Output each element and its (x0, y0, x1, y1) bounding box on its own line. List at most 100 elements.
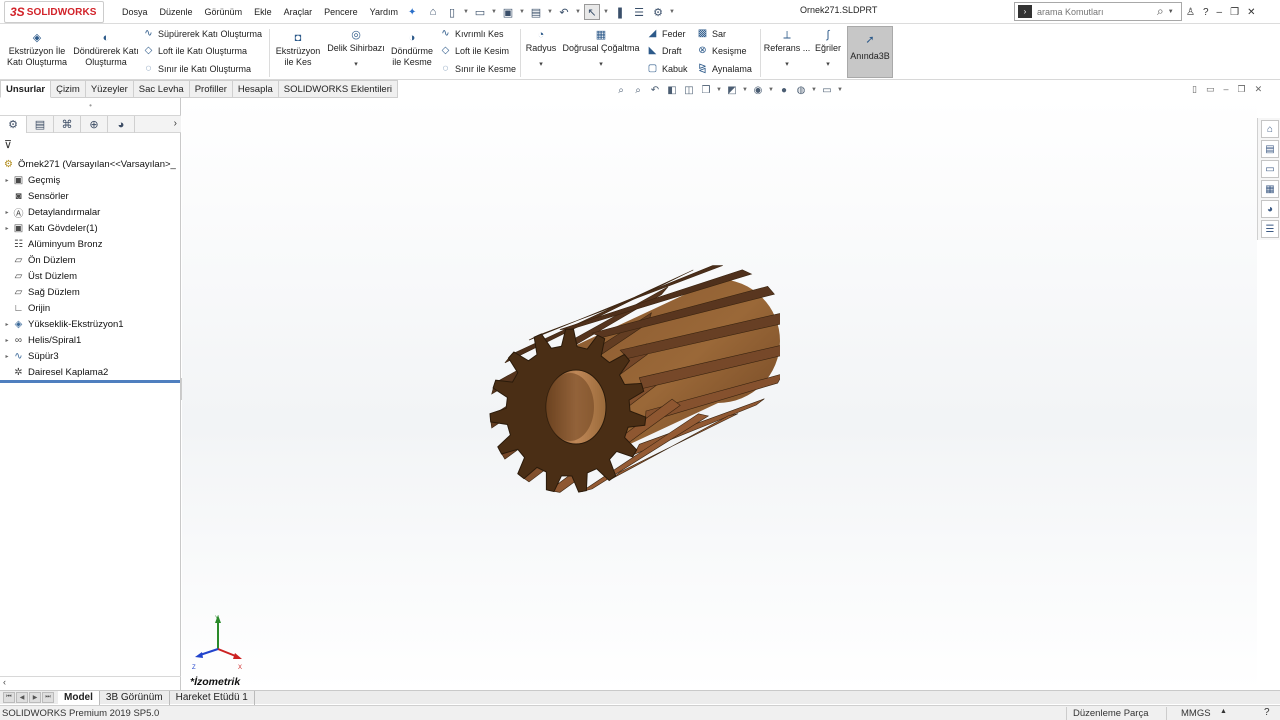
instant3d-button[interactable]: ➚ Anında3B (847, 26, 893, 78)
display-manager-tab-icon[interactable]: ◕ (108, 116, 135, 133)
tree-node-top-plane[interactable]: ▱ Üst Düzlem (0, 268, 200, 284)
expand-arrow-icon[interactable]: ▸ (2, 177, 12, 184)
custom-properties-icon[interactable]: ☰ (1261, 220, 1279, 238)
tab-yuzeyler[interactable]: Yüzeyler (85, 80, 134, 98)
display-style-icon[interactable]: ◩ (725, 83, 739, 97)
design-library-icon[interactable]: ▤ (1261, 140, 1279, 158)
search-commands[interactable]: › ⌕ ▼ (1014, 2, 1182, 21)
chevron-down-icon[interactable]: ▾ (561, 59, 641, 70)
chevron-down-icon[interactable]: ▼ (463, 4, 469, 20)
tree-node-material[interactable]: ☷ Alüminyum Bronz (0, 236, 200, 252)
chevron-down-icon[interactable]: ▼ (669, 4, 675, 20)
section-view-icon[interactable]: ◧ (665, 83, 679, 97)
tree-node-sensors[interactable]: ◙ Sensörler (0, 188, 200, 204)
tree-node-history[interactable]: ▸ ▣ Geçmiş (0, 172, 200, 188)
expand-arrow-icon[interactable]: ▸ (2, 209, 12, 216)
chevron-down-icon[interactable]: ▼ (491, 4, 497, 20)
tree-node-annotations[interactable]: ▸ Ⓐ Detaylandırmalar (0, 204, 200, 220)
feature-tree-tab-icon[interactable]: ⚙ (0, 116, 27, 133)
mirror-button[interactable]: ⧎ Aynalama (697, 63, 752, 74)
undo-icon[interactable]: ↶ (556, 4, 572, 20)
filter-icon[interactable]: ⊽ (4, 138, 12, 151)
chevron-down-icon[interactable]: ▼ (742, 83, 748, 97)
user-icon[interactable]: ♙ (1186, 7, 1195, 18)
file-explorer-icon[interactable]: ▭ (1261, 160, 1279, 178)
extrude-cut-button[interactable]: ◘ Ekstrüzyon ile Kes (272, 33, 324, 68)
revolve-cut-button[interactable]: ◑ Döndürme ile Kesme (388, 33, 436, 68)
expand-arrow-icon[interactable]: ▸ (2, 225, 12, 232)
boundary-cut-button[interactable]: ◌ Sınır ile Kesme (440, 63, 517, 74)
zoom-to-fit-icon[interactable]: ⌕ (614, 83, 628, 97)
wrap-button[interactable]: ▩ Sar (697, 28, 726, 39)
curves-button[interactable]: ∫ Eğriler ▾ (813, 30, 843, 70)
swept-cut-button[interactable]: ∿ Kıvrımlı Kes (440, 28, 503, 39)
hole-wizard-button[interactable]: ◎ Delik Sihirbazı ▾ (325, 30, 387, 70)
draft-button[interactable]: ◣ Draft (647, 45, 682, 56)
panel-splitter[interactable]: • (0, 98, 181, 114)
menu-araclar[interactable]: Araçlar (278, 7, 319, 17)
loft-boss-button[interactable]: ◇ Loft ile Katı Oluşturma (143, 45, 247, 56)
menu-pencere[interactable]: Pencere (318, 7, 364, 17)
menu-gorunum[interactable]: Görünüm (199, 7, 249, 17)
chevron-down-icon[interactable]: ▾ (813, 59, 843, 70)
rib-button[interactable]: ◢ Feder (647, 28, 686, 39)
menu-dosya[interactable]: Dosya (116, 7, 154, 17)
tab-hesapla[interactable]: Hesapla (232, 80, 279, 98)
expand-arrow-icon[interactable]: ▸ (2, 337, 12, 344)
graphics-area[interactable]: Y X Z *İzometrik (182, 98, 1257, 690)
tree-node-circular-pattern2[interactable]: ✲ Dairesel Kaplama2 (0, 364, 200, 380)
tree-node-origin[interactable]: ∟ Orijin (0, 300, 200, 316)
boundary-boss-button[interactable]: ◌ Sınır ile Katı Oluşturma (143, 63, 252, 74)
minimize-icon[interactable]: – (1217, 7, 1223, 18)
first-tab-icon[interactable]: ⏮ (3, 692, 15, 703)
chevron-down-icon[interactable]: ▾ (325, 59, 387, 70)
chevron-down-icon[interactable]: ▼ (1168, 9, 1174, 15)
appearances-icon[interactable]: ◕ (1261, 200, 1279, 218)
tab-3d-views[interactable]: 3B Görünüm (100, 691, 170, 705)
help-question-icon[interactable]: ? (1264, 707, 1270, 718)
file-properties-icon[interactable]: ☰ (631, 4, 647, 20)
restore-icon[interactable]: ❐ (1230, 7, 1239, 18)
new-window-icon[interactable]: ▭ (1206, 84, 1215, 95)
property-manager-tab-icon[interactable]: ▤ (27, 116, 54, 133)
reference-geometry-button[interactable]: ⟂ Referans ... ▾ (763, 30, 811, 70)
fillet-button[interactable]: ◔ Radyus ▾ (523, 30, 559, 70)
rollback-bar[interactable] (0, 380, 180, 383)
tab-sac-levha[interactable]: Sac Levha (133, 80, 190, 98)
solidworks-resources-icon[interactable]: ⌂ (1261, 120, 1279, 138)
chevron-down-icon[interactable]: ▼ (547, 4, 553, 20)
tab-profiller[interactable]: Profiller (189, 80, 233, 98)
chevron-up-icon[interactable]: ▲ (1220, 708, 1227, 715)
search-input[interactable] (1037, 6, 1155, 17)
helical-gear-model[interactable] (480, 226, 780, 536)
chevron-down-icon[interactable]: ▾ (763, 59, 811, 70)
panel-scroll-left-icon[interactable]: ‹ (0, 676, 181, 688)
options-gear-icon[interactable]: ⚙ (650, 4, 666, 20)
chevron-down-icon[interactable]: ▼ (811, 83, 817, 97)
tree-node-helix1[interactable]: ▸ ∞ Helis/Spiral1 (0, 332, 200, 348)
expand-arrow-icon[interactable]: ▸ (2, 353, 12, 360)
last-tab-icon[interactable]: ⏭ (42, 692, 54, 703)
configuration-manager-tab-icon[interactable]: ⌘ (54, 116, 81, 133)
restore-view-icon[interactable]: ❐ (1237, 84, 1245, 95)
tab-eklentiler[interactable]: SOLIDWORKS Eklentileri (278, 80, 398, 98)
open-folder-icon[interactable]: ▭ (472, 4, 488, 20)
tree-node-solid-bodies[interactable]: ▸ ▣ Katı Gövdeler(1) (0, 220, 200, 236)
appearance-icon[interactable]: ● (777, 83, 791, 97)
scene-icon[interactable]: ◍ (794, 83, 808, 97)
save-icon[interactable]: ▣ (500, 4, 516, 20)
swept-boss-button[interactable]: ∿ Süpürerek Katı Oluşturma (143, 28, 262, 39)
solidworks-logo[interactable]: 3S SOLIDWORKS (4, 1, 104, 23)
search-icon[interactable]: ⌕ (1157, 4, 1164, 19)
chevron-down-icon[interactable]: ▼ (519, 4, 525, 20)
chevron-down-icon[interactable]: ▼ (837, 83, 843, 97)
revolve-boss-button[interactable]: ◐ Döndürerek Katı Oluşturma (73, 33, 139, 68)
menu-duzenle[interactable]: Düzenle (154, 7, 199, 17)
close-view-icon[interactable]: ✕ (1255, 84, 1263, 95)
view-settings-icon[interactable]: ▭ (820, 83, 834, 97)
intersect-button[interactable]: ⊗ Kesişme (697, 45, 746, 56)
dynamic-annotation-icon[interactable]: ◫ (682, 83, 696, 97)
extrude-boss-button[interactable]: ◈ Ekstrüzyon İle Katı Oluşturma (4, 33, 70, 68)
menu-yardim[interactable]: Yardım (364, 7, 404, 17)
tree-node-right-plane[interactable]: ▱ Sağ Düzlem (0, 284, 200, 300)
